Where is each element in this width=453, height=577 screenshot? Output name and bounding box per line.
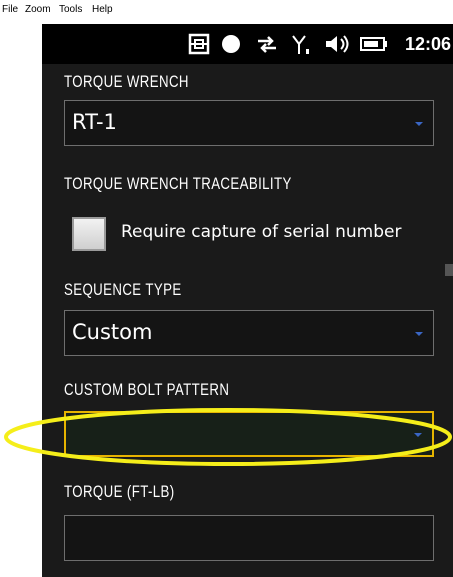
torque-wrench-label: TORQUE WRENCH	[64, 72, 189, 91]
chevron-down-icon	[415, 332, 423, 336]
serial-capture-label: Require capture of serial number	[121, 222, 402, 242]
status-clock: 12:06	[404, 34, 451, 54]
torque-label: TORQUE (FT-LB)	[64, 482, 175, 501]
sequence-type-value: Custom	[72, 320, 153, 344]
custom-bolt-pattern-dropdown[interactable]	[64, 411, 434, 457]
battery-icon[interactable]	[359, 32, 389, 56]
device-screen: 12:06 TORQUE WRENCH RT-1 TORQUE WRENCH T…	[42, 24, 453, 577]
torque-wrench-value: RT-1	[72, 110, 117, 134]
custom-bolt-pattern-label: CUSTOM BOLT PATTERN	[64, 380, 230, 399]
sequence-type-label: SEQUENCE TYPE	[64, 280, 182, 299]
torque-wrench-dropdown[interactable]: RT-1	[64, 100, 434, 146]
scrollbar-thumb[interactable]	[445, 264, 453, 276]
menu-tools[interactable]: Tools	[59, 4, 82, 15]
chevron-down-icon	[414, 433, 422, 437]
serial-capture-checkbox[interactable]	[72, 217, 106, 251]
sequence-type-dropdown[interactable]: Custom	[64, 310, 434, 356]
emulator-menubar: File Zoom Tools Help	[0, 0, 453, 24]
sync-arrows-icon[interactable]	[254, 32, 280, 56]
traceability-label: TORQUE WRENCH TRACEABILITY	[64, 174, 292, 193]
volume-icon[interactable]	[324, 32, 352, 56]
menu-help[interactable]: Help	[92, 4, 113, 15]
menu-file[interactable]: File	[2, 4, 18, 15]
torque-input[interactable]	[64, 515, 434, 561]
serial-capture-row[interactable]: Require capture of serial number	[72, 214, 452, 254]
signal-icon[interactable]	[290, 32, 314, 56]
status-bar: 12:06	[42, 24, 453, 64]
window-icon[interactable]	[187, 32, 211, 56]
chevron-down-icon	[415, 122, 423, 126]
menu-zoom[interactable]: Zoom	[25, 4, 51, 15]
record-dot-icon[interactable]	[220, 32, 242, 56]
